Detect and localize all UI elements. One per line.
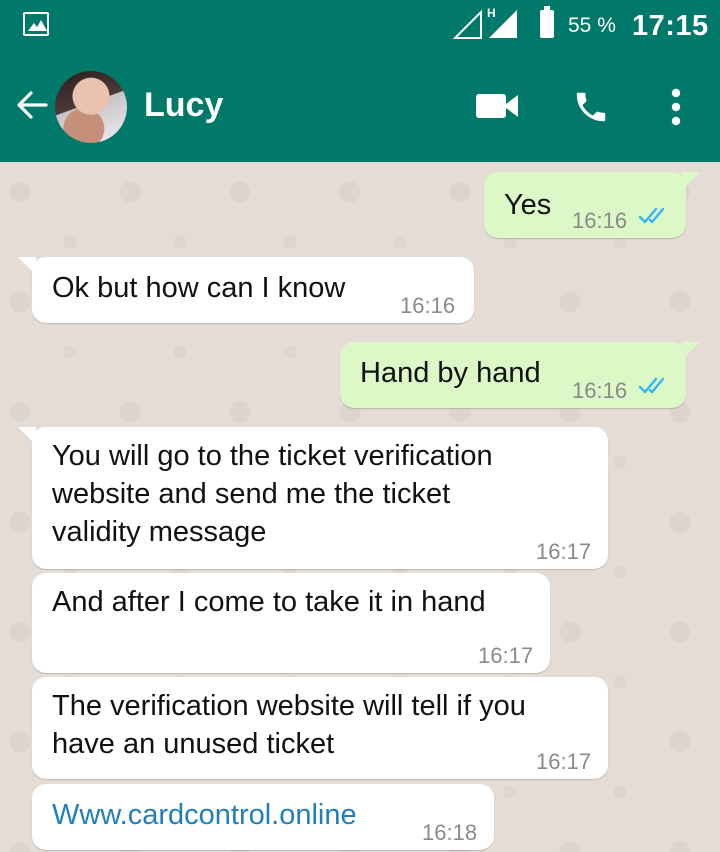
message-link[interactable]: Www.cardcontrol.online <box>52 796 357 834</box>
chat-header: Lucy <box>0 52 720 162</box>
message-incoming[interactable]: Www.cardcontrol.online 16:18 <box>32 784 494 850</box>
message-time: 16:16 <box>572 208 628 233</box>
more-options-icon[interactable] <box>666 88 686 126</box>
message-time: 16:18 <box>422 820 478 845</box>
message-incoming[interactable]: And after I come to take it in hand 16:1… <box>32 573 550 673</box>
status-bar: H 55 % 17:15 <box>0 0 720 52</box>
message-text: Hand by hand <box>360 357 541 389</box>
gallery-notification-icon <box>23 12 49 36</box>
back-arrow-icon[interactable] <box>14 87 50 123</box>
message-time: 16:16 <box>400 293 456 318</box>
read-receipt-icon <box>638 377 665 394</box>
status-clock: 17:15 <box>632 10 709 42</box>
message-time: 16:16 <box>572 378 628 403</box>
message-line: The verification website will tell if yo… <box>52 690 526 722</box>
message-text: Yes <box>504 189 552 221</box>
message-incoming[interactable]: The verification website will tell if yo… <box>32 677 608 779</box>
contact-name[interactable]: Lucy <box>144 86 223 125</box>
message-text: You will go to the ticket verification w… <box>52 437 493 551</box>
message-line: You will go to the ticket verification <box>52 440 493 472</box>
message-line: website and send me the ticket <box>52 478 451 510</box>
video-call-icon[interactable] <box>475 92 519 120</box>
phone-call-icon[interactable] <box>572 88 610 126</box>
battery-percent: 55 % <box>568 14 616 37</box>
read-receipt-icon <box>638 207 665 224</box>
message-outgoing[interactable]: Hand by hand 16:16 <box>340 342 700 408</box>
message-time: 16:17 <box>536 539 592 564</box>
message-time: 16:17 <box>536 749 592 774</box>
message-text: The verification website will tell if yo… <box>52 687 526 763</box>
chat-area[interactable]: Yes 16:16 Ok but how can I know 16:16 Ha… <box>0 162 720 852</box>
message-time: 16:17 <box>478 643 534 668</box>
message-outgoing[interactable]: Yes 16:16 <box>484 172 700 238</box>
signal-strength-icon-sim1 <box>453 9 482 39</box>
network-type-label: H <box>487 6 496 20</box>
message-text: Ok but how can I know <box>52 272 346 304</box>
contact-avatar[interactable] <box>55 71 127 143</box>
message-incoming[interactable]: Ok but how can I know 16:16 <box>18 257 474 323</box>
message-line: validity message <box>52 516 267 548</box>
message-line: have an unused ticket <box>52 728 335 760</box>
message-text: And after I come to take it in hand <box>52 586 486 618</box>
battery-icon <box>540 6 554 38</box>
message-incoming[interactable]: You will go to the ticket verification w… <box>18 427 608 569</box>
